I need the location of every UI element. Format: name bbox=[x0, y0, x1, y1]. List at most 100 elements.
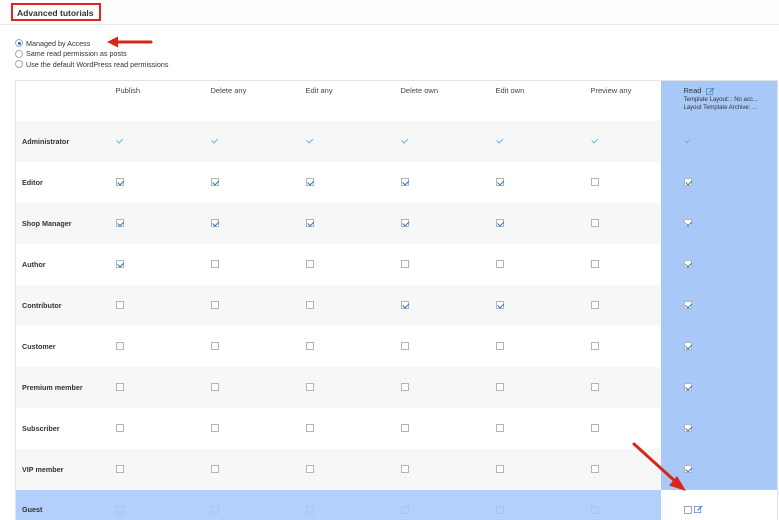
edit-icon[interactable] bbox=[705, 87, 715, 96]
radio-button[interactable] bbox=[15, 39, 23, 47]
permission-checkbox[interactable] bbox=[400, 506, 409, 515]
permission-checkbox[interactable] bbox=[115, 260, 124, 269]
permission-cell bbox=[589, 203, 661, 244]
permission-checkbox[interactable] bbox=[306, 137, 314, 145]
column-header-edit-any: Edit any bbox=[305, 86, 333, 95]
permission-checkbox[interactable] bbox=[400, 260, 409, 269]
permission-checkbox[interactable] bbox=[115, 383, 124, 392]
permission-checkbox[interactable] bbox=[210, 506, 219, 515]
permission-checkbox[interactable] bbox=[305, 465, 314, 474]
permission-checkbox[interactable] bbox=[495, 465, 504, 474]
permission-cell bbox=[209, 244, 304, 285]
permission-checkbox[interactable] bbox=[400, 301, 409, 310]
role-name: Shop Manager bbox=[22, 218, 72, 228]
permission-checkbox[interactable] bbox=[495, 506, 504, 515]
permission-checkbox[interactable] bbox=[115, 342, 124, 351]
permission-checkbox[interactable] bbox=[401, 137, 409, 145]
permission-checkbox[interactable] bbox=[305, 301, 314, 310]
permission-checkbox[interactable] bbox=[115, 465, 124, 474]
edit-icon[interactable] bbox=[693, 505, 703, 514]
permission-checkbox[interactable] bbox=[211, 137, 219, 145]
permission-checkbox[interactable] bbox=[400, 424, 409, 433]
radio-label: Use the default WordPress read permissio… bbox=[26, 59, 169, 69]
permission-cell bbox=[399, 162, 494, 203]
permission-checkbox[interactable] bbox=[305, 383, 314, 392]
permission-checkbox[interactable] bbox=[115, 178, 124, 187]
permission-checkbox[interactable] bbox=[590, 178, 599, 187]
permission-checkbox[interactable] bbox=[210, 383, 219, 392]
permission-checkbox[interactable] bbox=[683, 260, 692, 269]
role-name: Guest bbox=[22, 505, 43, 515]
permission-checkbox[interactable] bbox=[495, 342, 504, 351]
permission-checkbox[interactable] bbox=[210, 465, 219, 474]
radio-button[interactable] bbox=[15, 49, 23, 58]
permission-checkbox[interactable] bbox=[590, 219, 599, 228]
arrow-annotation-guest bbox=[632, 442, 686, 491]
panel-header: Advanced tutorials bbox=[0, 0, 779, 25]
permission-cell bbox=[114, 490, 209, 520]
permission-checkbox[interactable] bbox=[400, 465, 409, 474]
permission-checkbox[interactable] bbox=[683, 383, 692, 392]
permission-checkbox[interactable] bbox=[590, 465, 599, 474]
permission-checkbox[interactable] bbox=[115, 301, 124, 310]
permission-cell bbox=[660, 366, 778, 408]
read-column-label: Read bbox=[683, 86, 702, 95]
permission-checkbox[interactable] bbox=[683, 219, 692, 228]
permission-checkbox[interactable] bbox=[590, 260, 599, 269]
permission-checkbox[interactable] bbox=[495, 383, 504, 392]
permission-checkbox[interactable] bbox=[590, 506, 599, 515]
permission-cell bbox=[494, 490, 589, 520]
permission-checkbox[interactable] bbox=[495, 424, 504, 433]
permission-checkbox[interactable] bbox=[305, 342, 314, 351]
radio-same-as-posts[interactable]: Same read permission as posts bbox=[15, 49, 168, 59]
permission-checkbox[interactable] bbox=[495, 219, 504, 228]
permission-cell bbox=[114, 449, 209, 490]
permission-cell bbox=[399, 490, 494, 520]
permission-checkbox[interactable] bbox=[496, 137, 504, 145]
permission-checkbox[interactable] bbox=[305, 424, 314, 433]
permission-checkbox[interactable] bbox=[590, 301, 599, 310]
permission-cell bbox=[494, 449, 589, 490]
permission-checkbox[interactable] bbox=[210, 301, 219, 310]
permission-cell bbox=[494, 408, 589, 449]
permission-checkbox[interactable] bbox=[210, 424, 219, 433]
permission-checkbox[interactable] bbox=[590, 424, 599, 433]
permission-checkbox[interactable] bbox=[210, 260, 219, 269]
permission-checkbox[interactable] bbox=[210, 342, 219, 351]
permission-checkbox[interactable] bbox=[210, 178, 219, 187]
radio-default-wordpress[interactable]: Use the default WordPress read permissio… bbox=[15, 59, 168, 69]
radio-button[interactable] bbox=[15, 60, 23, 68]
permission-checkbox[interactable] bbox=[495, 260, 504, 269]
permission-checkbox[interactable] bbox=[305, 506, 314, 515]
permission-cell bbox=[399, 244, 494, 285]
table-row: Premium member bbox=[15, 366, 778, 408]
permission-checkbox[interactable] bbox=[683, 342, 692, 351]
permission-cell bbox=[660, 202, 778, 244]
permission-checkbox[interactable] bbox=[305, 178, 314, 187]
permission-checkbox[interactable] bbox=[400, 178, 409, 187]
permission-checkbox[interactable] bbox=[591, 137, 599, 145]
permission-checkbox[interactable] bbox=[684, 137, 692, 145]
permission-checkbox[interactable] bbox=[400, 342, 409, 351]
permission-checkbox[interactable] bbox=[115, 424, 124, 433]
permission-checkbox[interactable] bbox=[683, 505, 692, 514]
permission-cell bbox=[304, 326, 399, 367]
permission-checkbox[interactable] bbox=[400, 383, 409, 392]
permission-checkbox[interactable] bbox=[305, 219, 314, 228]
permission-checkbox[interactable] bbox=[495, 301, 504, 310]
permission-checkbox[interactable] bbox=[495, 178, 504, 187]
permission-checkbox[interactable] bbox=[683, 424, 692, 433]
permission-checkbox[interactable] bbox=[683, 178, 692, 187]
permission-checkbox[interactable] bbox=[590, 342, 599, 351]
role-name: Contributor bbox=[22, 300, 62, 310]
permission-checkbox[interactable] bbox=[683, 301, 692, 310]
permission-checkbox[interactable] bbox=[400, 219, 409, 228]
column-header-delete-any: Delete any bbox=[210, 86, 247, 95]
permission-checkbox[interactable] bbox=[116, 137, 124, 145]
permission-checkbox[interactable] bbox=[115, 219, 124, 228]
permission-checkbox[interactable] bbox=[210, 219, 219, 228]
permission-checkbox[interactable] bbox=[590, 383, 599, 392]
permission-checkbox[interactable] bbox=[305, 260, 314, 269]
permission-checkbox[interactable] bbox=[115, 506, 124, 515]
permission-cell bbox=[494, 203, 589, 244]
